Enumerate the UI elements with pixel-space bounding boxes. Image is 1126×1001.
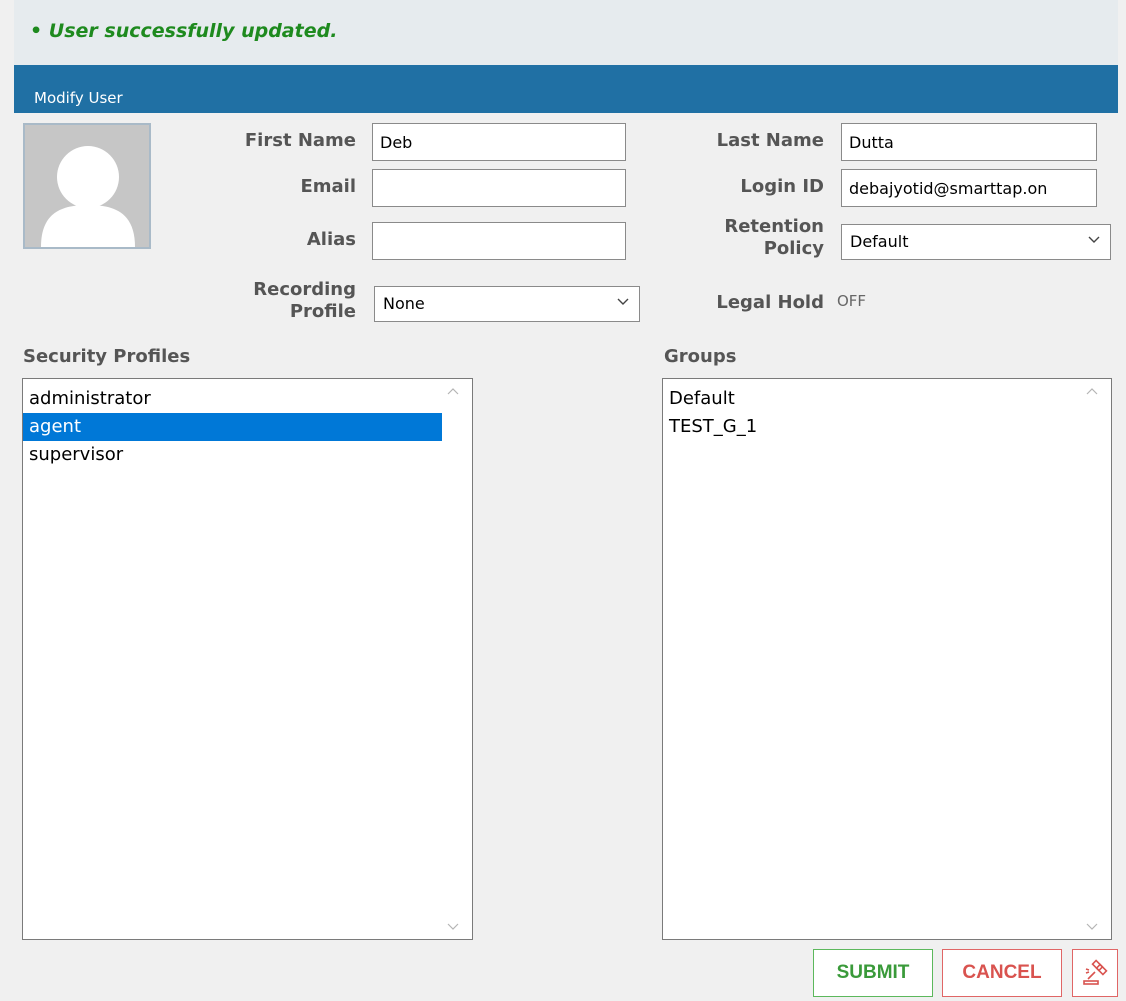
scroll-up-icon[interactable] <box>1085 385 1099 399</box>
scroll-up-icon[interactable] <box>446 385 460 399</box>
login-id-label: Login ID <box>740 176 824 197</box>
email-label: Email <box>300 176 356 197</box>
recording-profile-value: None <box>383 294 425 313</box>
list-item-selected[interactable]: agent <box>23 413 442 441</box>
login-id-input[interactable] <box>841 169 1097 207</box>
retention-label-line2: Policy <box>763 238 824 259</box>
retention-label-line1: Retention <box>724 216 824 237</box>
last-name-input[interactable] <box>841 123 1097 161</box>
retention-policy-select[interactable]: Default <box>841 224 1111 260</box>
message-bullet: • <box>30 20 43 42</box>
user-silhouette-icon <box>41 146 135 247</box>
security-profiles-title: Security Profiles <box>23 346 191 367</box>
avatar <box>23 123 151 249</box>
retention-policy-value: Default <box>850 232 909 251</box>
list-item[interactable]: supervisor <box>23 441 442 469</box>
email-input[interactable] <box>372 169 626 207</box>
first-name-input[interactable] <box>372 123 626 161</box>
recording-profile-label: Recording Profile <box>190 279 356 323</box>
cancel-button[interactable]: CANCEL <box>942 949 1062 997</box>
legal-hold-value: OFF <box>837 292 867 310</box>
retention-policy-label: Retention Policy <box>664 216 824 260</box>
scroll-down-icon[interactable] <box>1085 919 1099 933</box>
security-profiles-listbox[interactable]: administrator agent supervisor <box>22 378 473 940</box>
scroll-down-icon[interactable] <box>446 919 460 933</box>
legal-hold-label: Legal Hold <box>716 292 824 313</box>
recording-label-line2: Profile <box>289 301 356 322</box>
last-name-label: Last Name <box>716 130 824 151</box>
message-text: User successfully updated. <box>48 20 338 42</box>
panel-title: Modify User <box>34 89 123 107</box>
list-item[interactable]: administrator <box>23 385 442 413</box>
submit-button[interactable]: SUBMIT <box>813 949 933 997</box>
recording-profile-select[interactable]: None <box>374 286 640 322</box>
gavel-icon <box>1083 959 1108 985</box>
status-message-bar: • User successfully updated. <box>14 0 1118 65</box>
alias-input[interactable] <box>372 222 626 260</box>
legal-hold-button[interactable] <box>1072 949 1118 997</box>
recording-label-line1: Recording <box>253 279 356 300</box>
list-item[interactable]: Default <box>663 385 1081 413</box>
alias-label: Alias <box>306 229 356 250</box>
first-name-label: First Name <box>244 130 356 151</box>
chevron-down-icon <box>617 298 629 305</box>
list-item[interactable]: TEST_G_1 <box>663 413 1081 441</box>
groups-title: Groups <box>664 346 737 367</box>
success-message: • User successfully updated. <box>30 20 337 42</box>
chevron-down-icon <box>1088 236 1100 243</box>
groups-listbox[interactable]: Default TEST_G_1 <box>662 378 1112 940</box>
panel-header: Modify User <box>14 65 1118 113</box>
